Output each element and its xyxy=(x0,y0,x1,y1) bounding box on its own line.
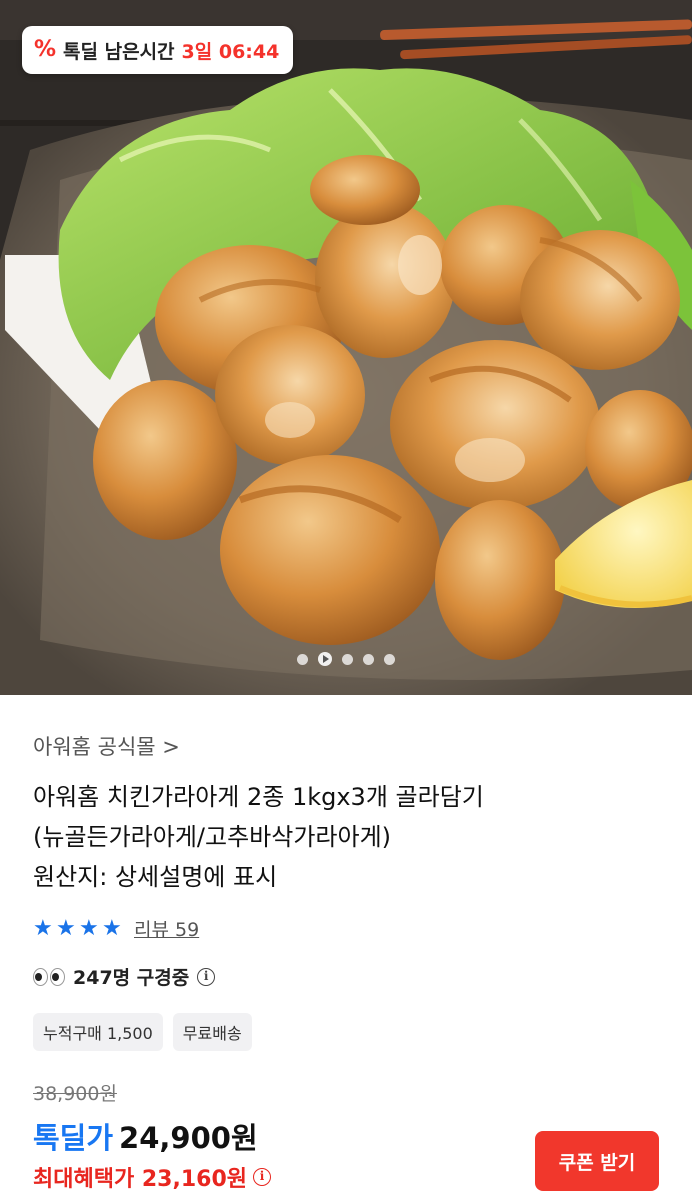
eyes-icon xyxy=(33,967,65,986)
cumulative-purchase-tag: 누적구매 1,500 xyxy=(33,1013,163,1051)
star-icon: ★ xyxy=(79,915,99,941)
product-title: 아워홈 치킨가라아게 2종 1kgx3개 골라담기 (뉴골든가라아게/고추바삭가… xyxy=(33,777,673,897)
info-icon[interactable]: i xyxy=(253,1168,271,1186)
deal-timer-badge: % 톡딜 남은시간 3일 06:44 xyxy=(22,26,294,74)
star-icon: ★ xyxy=(33,915,53,941)
review-link[interactable]: 리뷰 59 xyxy=(134,915,199,942)
rating-stars: ★ ★ ★ ★ xyxy=(33,915,124,941)
max-benefit-price: 최대혜택가 23,160원 i xyxy=(33,1161,271,1193)
rating-row: ★ ★ ★ ★ 리뷰 59 xyxy=(33,915,199,942)
store-link[interactable]: 아워홈 공식몰 > xyxy=(33,731,180,761)
product-title-line: (뉴골든가라아게/고추바삭가라아게) xyxy=(33,823,392,851)
deal-timer-label: 톡딜 남은시간 xyxy=(63,40,175,63)
star-icon: ★ xyxy=(56,915,76,941)
product-origin-line: 원산지: 상세설명에 표시 xyxy=(33,863,278,891)
free-shipping-tag: 무료배송 xyxy=(172,1013,252,1051)
carousel-video-dot[interactable] xyxy=(318,652,332,666)
viewer-count: 247명 구경중 i xyxy=(33,963,216,990)
carousel-dot[interactable] xyxy=(384,653,395,665)
product-photo xyxy=(0,0,692,695)
product-page: % 톡딜 남은시간 3일 06:44 아워홈 공식몰 > 아워홈 치킨가라아게 … xyxy=(0,0,692,1200)
carousel-indicator xyxy=(0,652,692,666)
carousel-dot[interactable] xyxy=(342,653,353,665)
deal-price: 톡딜가 24,900원 xyxy=(33,1115,258,1157)
product-title-line: 아워홈 치킨가라아게 2종 1kgx3개 골라담기 xyxy=(33,783,484,811)
product-tags: 누적구매 1,500 무료배송 xyxy=(33,1013,252,1051)
carousel-dot[interactable] xyxy=(363,653,374,665)
deal-price-amount: 24,900원 xyxy=(119,1121,258,1155)
deal-timer-countdown: 3일 06:44 xyxy=(181,40,280,63)
viewer-count-text: 247명 구경중 xyxy=(73,967,190,989)
max-benefit-text: 최대혜택가 23,160원 xyxy=(33,1167,247,1192)
deal-price-label: 톡딜가 xyxy=(33,1121,114,1155)
info-icon[interactable]: i xyxy=(197,967,216,986)
star-icon: ★ xyxy=(102,915,122,941)
coupon-button[interactable]: 쿠폰 받기 xyxy=(535,1131,659,1191)
product-image[interactable]: % 톡딜 남은시간 3일 06:44 xyxy=(0,0,692,695)
original-price: 38,900원 xyxy=(33,1083,117,1105)
percent-icon: % xyxy=(34,37,57,62)
carousel-dot[interactable] xyxy=(297,653,308,665)
